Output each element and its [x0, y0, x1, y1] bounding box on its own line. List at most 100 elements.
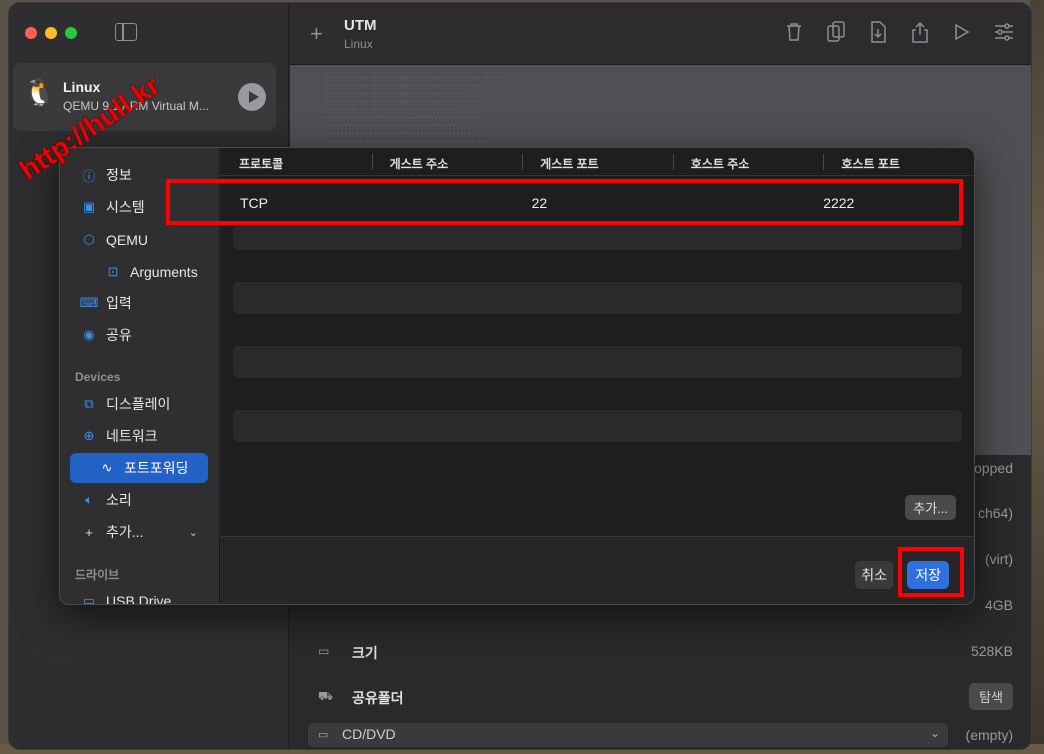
settings-sidebar: ⓘ 정보 ▣ 시스템 ⬡ QEMU ⊡ Arguments ⌨ 입력 ◉ 공유 …	[60, 148, 220, 604]
detail-value: 528KB	[970, 643, 1013, 659]
nav-label: 네트워크	[106, 428, 158, 444]
text-box-icon: ⊡	[107, 264, 119, 279]
vm-play-button[interactable]	[238, 83, 266, 111]
plus-icon: +	[85, 524, 93, 540]
nav-label: USB Drive	[106, 593, 172, 605]
vm-name: Linux	[63, 79, 101, 95]
nav-item-port-forwarding[interactable]: ∿ 포트포워딩	[70, 453, 208, 483]
detail-row-shared-folder: ⛟ 공유폴더 탐색	[290, 683, 1031, 711]
nav-label: 공유	[106, 327, 132, 343]
table-header: 프로토콜 게스트 주소 게스트 포트 호스트 주소 호스트 포트	[221, 148, 974, 176]
cancel-button[interactable]: 취소	[855, 561, 893, 589]
cell-host-port: 2222	[823, 195, 855, 211]
nav-item-display[interactable]: ⧉ 디스플레이	[70, 389, 208, 419]
cube-icon: ⬡	[83, 232, 95, 247]
info-icon: ⓘ	[82, 168, 96, 184]
sidebar-toggle-icon[interactable]	[115, 23, 137, 41]
detail-label: 공유폴더	[352, 690, 404, 706]
share-icon[interactable]	[909, 21, 931, 43]
nav-label: 디스플레이	[106, 396, 171, 412]
detail-value: (virt)	[985, 551, 1013, 567]
keyboard-icon: ⌨	[79, 295, 99, 310]
cd-dvd-select[interactable]: ▭ CD/DVD ⌄	[308, 723, 948, 747]
nav-item-network[interactable]: ⊕ 네트워크	[70, 421, 208, 451]
column-header-guest-address[interactable]: 게스트 주소	[371, 148, 523, 175]
settings-icon[interactable]	[993, 21, 1015, 43]
detail-label: 크기	[352, 645, 378, 661]
nav-item-arguments[interactable]: ⊡ Arguments	[94, 257, 208, 287]
nav-item-system[interactable]: ▣ 시스템	[70, 192, 208, 222]
cell-guest-address	[379, 186, 525, 222]
dialog-footer: 취소 저장	[221, 536, 974, 604]
shared-folder-icon: ⛟	[318, 689, 334, 703]
column-header-host-address[interactable]: 호스트 주소	[672, 148, 824, 175]
cell-host-address	[670, 186, 816, 222]
column-header-protocol[interactable]: 프로토콜	[221, 148, 372, 175]
table-row-empty	[233, 346, 962, 378]
disc-drive-icon: ▭	[318, 729, 329, 741]
download-icon[interactable]	[867, 21, 889, 43]
detail-row-size: ▭ 크기 528KB	[290, 638, 1031, 666]
window-title: UTM	[344, 17, 377, 34]
nav-label: 소리	[106, 492, 132, 508]
detail-value: opped	[974, 460, 1013, 476]
toolbar: + UTM Linux	[290, 3, 1031, 65]
table-row-empty	[233, 226, 962, 250]
window-controls	[25, 27, 77, 39]
nav-label: 포트포워딩	[124, 460, 189, 476]
minimize-window-button[interactable]	[45, 27, 57, 39]
chevron-down-icon: ⌄	[188, 526, 198, 539]
browse-button[interactable]: 탐색	[969, 683, 1013, 710]
person-icon: ◉	[83, 327, 95, 342]
detail-value: 4GB	[984, 597, 1013, 613]
nav-item-add-device[interactable]: + 추가... ⌄	[70, 517, 208, 547]
table-row[interactable]: TCP 22 2222	[233, 186, 962, 222]
nav-item-sharing[interactable]: ◉ 공유	[70, 320, 208, 350]
nav-label: 입력	[106, 295, 132, 311]
display-icon: ⧉	[84, 396, 94, 411]
cd-dvd-value: (empty)	[965, 727, 1013, 743]
window-subtitle: Linux	[344, 37, 373, 51]
add-rule-button[interactable]: 추가...	[905, 495, 956, 520]
detail-value: ch64)	[977, 505, 1013, 521]
table-row-empty	[233, 410, 962, 442]
maximize-window-button[interactable]	[65, 27, 77, 39]
close-window-button[interactable]	[25, 27, 37, 39]
toolbar-actions	[783, 21, 1015, 43]
clone-icon[interactable]	[825, 21, 847, 43]
linux-penguin-icon: 🐧	[23, 77, 56, 107]
desktop-background	[1030, 0, 1044, 754]
nav-item-usb-drive[interactable]: ▭ USB Drive	[70, 586, 208, 605]
nav-label: Arguments	[130, 264, 198, 280]
column-header-guest-port[interactable]: 게스트 포트	[522, 148, 673, 175]
table-row-empty	[233, 282, 962, 314]
section-header-drives: 드라이브	[75, 568, 120, 582]
nav-item-info[interactable]: ⓘ 정보	[70, 160, 208, 190]
chevron-down-icon: ⌄	[929, 726, 940, 740]
globe-icon: ⊕	[83, 428, 95, 443]
speaker-icon: 🔈︎	[85, 492, 93, 507]
trash-icon[interactable]	[783, 21, 805, 43]
nav-item-input[interactable]: ⌨ 입력	[70, 288, 208, 318]
drive-icon: ▭	[82, 593, 96, 605]
cpu-icon: ▣	[82, 199, 96, 214]
cell-protocol: TCP	[240, 195, 268, 211]
console-output-preview: ........................................…	[326, 73, 504, 144]
save-button[interactable]: 저장	[907, 561, 949, 589]
add-vm-icon[interactable]: +	[310, 21, 323, 47]
cell-guest-port: 22	[531, 195, 548, 211]
vm-settings-dialog: ⓘ 정보 ▣ 시스템 ⬡ QEMU ⊡ Arguments ⌨ 입력 ◉ 공유 …	[59, 147, 975, 605]
play-icon[interactable]	[951, 21, 973, 43]
route-icon: ∿	[101, 460, 113, 475]
nav-label: 추가...	[106, 524, 144, 540]
drive-icon: ▭	[318, 644, 330, 658]
nav-label: 정보	[106, 167, 132, 183]
port-forward-table: 프로토콜 게스트 주소 게스트 포트 호스트 주소 호스트 포트 TCP 22 …	[221, 148, 974, 536]
nav-item-qemu[interactable]: ⬡ QEMU	[70, 225, 208, 255]
cd-dvd-label: CD/DVD	[342, 726, 396, 742]
column-header-host-port[interactable]: 호스트 포트	[823, 148, 974, 175]
section-header-devices: Devices	[75, 370, 121, 384]
nav-label: 시스템	[106, 199, 145, 215]
nav-item-sound[interactable]: 🔈︎ 소리	[70, 485, 208, 515]
nav-label: QEMU	[106, 232, 148, 248]
